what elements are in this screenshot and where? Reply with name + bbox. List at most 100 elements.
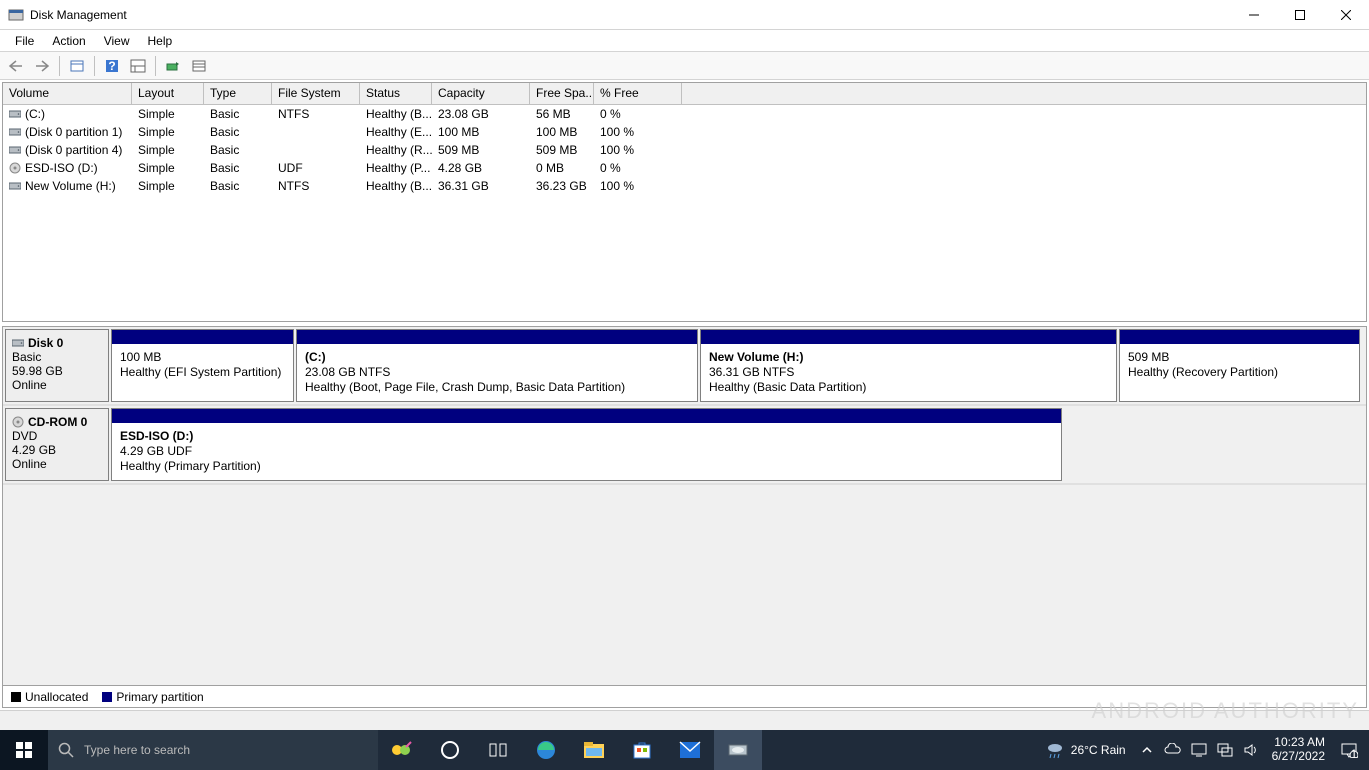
- volume-free: 100 MB: [530, 124, 594, 140]
- volume-pctfree: 100 %: [594, 142, 682, 158]
- volume-capacity: 4.28 GB: [432, 160, 530, 176]
- col-filesystem[interactable]: File System: [272, 83, 360, 104]
- partition-status: Healthy (Recovery Partition): [1128, 365, 1351, 380]
- menu-view[interactable]: View: [95, 32, 139, 50]
- clock-time: 10:23 AM: [1272, 736, 1325, 750]
- volume-name: (C:): [25, 107, 45, 121]
- clock[interactable]: 10:23 AM 6/27/2022: [1264, 736, 1333, 764]
- col-capacity[interactable]: Capacity: [432, 83, 530, 104]
- partition[interactable]: New Volume (H:)36.31 GB NTFSHealthy (Bas…: [700, 329, 1117, 402]
- statusbar: [0, 710, 1369, 730]
- col-type[interactable]: Type: [204, 83, 272, 104]
- taskview-icon[interactable]: [426, 730, 474, 770]
- layout-button[interactable]: [126, 55, 150, 77]
- partition-status: Healthy (Primary Partition): [120, 459, 1053, 474]
- partition[interactable]: ESD-ISO (D:)4.29 GB UDFHealthy (Primary …: [111, 408, 1062, 481]
- partition-size: 100 MB: [120, 350, 285, 365]
- volume-pctfree: 0 %: [594, 106, 682, 122]
- volume-row[interactable]: (C:)SimpleBasicNTFSHealthy (B...23.08 GB…: [3, 105, 1366, 123]
- onedrive-icon[interactable]: [1160, 730, 1186, 770]
- disk-type: DVD: [12, 429, 102, 443]
- weather-widget[interactable]: 26°C Rain: [1037, 740, 1134, 760]
- volume-type: Basic: [204, 106, 272, 122]
- network-icon[interactable]: [1212, 730, 1238, 770]
- diskmgmt-icon[interactable]: [714, 730, 762, 770]
- partition-color-bar: [1120, 330, 1359, 344]
- partition[interactable]: 100 MBHealthy (EFI System Partition): [111, 329, 294, 402]
- disk-header[interactable]: Disk 0Basic59.98 GBOnline: [5, 329, 109, 402]
- volume-name: ESD-ISO (D:): [25, 161, 98, 175]
- partition-status: Healthy (EFI System Partition): [120, 365, 285, 380]
- volume-icon[interactable]: [1238, 730, 1264, 770]
- col-freespace[interactable]: Free Spa...: [530, 83, 594, 104]
- edge-icon[interactable]: [522, 730, 570, 770]
- toolbar: ?: [0, 52, 1369, 80]
- menu-help[interactable]: Help: [139, 32, 182, 50]
- search-box[interactable]: Type here to search: [48, 730, 378, 770]
- start-button[interactable]: [0, 730, 48, 770]
- maximize-button[interactable]: [1277, 0, 1323, 30]
- toolbar-separator: [155, 56, 156, 76]
- toolbar-separator: [59, 56, 60, 76]
- volume-layout: Simple: [132, 178, 204, 194]
- close-button[interactable]: [1323, 0, 1369, 30]
- notifications-icon[interactable]: 1: [1333, 730, 1365, 770]
- refresh-button[interactable]: [161, 55, 185, 77]
- volume-layout: Simple: [132, 124, 204, 140]
- col-layout[interactable]: Layout: [132, 83, 204, 104]
- settings-button[interactable]: [187, 55, 211, 77]
- mail-icon[interactable]: [666, 730, 714, 770]
- taskbar: Type here to search 26°C Rain 10:23 AM 6…: [0, 730, 1369, 770]
- legend: Unallocated Primary partition: [3, 685, 1366, 707]
- partition-color-bar: [701, 330, 1116, 344]
- col-pctfree[interactable]: % Free: [594, 83, 682, 104]
- partition-color-bar: [112, 330, 293, 344]
- col-status[interactable]: Status: [360, 83, 432, 104]
- volume-type: Basic: [204, 160, 272, 176]
- partition[interactable]: 509 MBHealthy (Recovery Partition): [1119, 329, 1360, 402]
- clock-date: 6/27/2022: [1272, 750, 1325, 764]
- disk-header[interactable]: CD-ROM 0DVD4.29 GBOnline: [5, 408, 109, 481]
- menu-action[interactable]: Action: [43, 32, 94, 50]
- search-icon: [58, 742, 74, 758]
- volume-name: (Disk 0 partition 4): [25, 143, 122, 157]
- forward-button[interactable]: [30, 55, 54, 77]
- partition-container: 100 MBHealthy (EFI System Partition) (C:…: [111, 329, 1364, 402]
- volume-row[interactable]: ESD-ISO (D:)SimpleBasicUDFHealthy (P...4…: [3, 159, 1366, 177]
- back-button[interactable]: [4, 55, 28, 77]
- volume-row[interactable]: (Disk 0 partition 1)SimpleBasicHealthy (…: [3, 123, 1366, 141]
- store-icon[interactable]: [618, 730, 666, 770]
- app-icon: [8, 7, 24, 23]
- properties-button[interactable]: [65, 55, 89, 77]
- minimize-button[interactable]: [1231, 0, 1277, 30]
- volume-row[interactable]: (Disk 0 partition 4)SimpleBasicHealthy (…: [3, 141, 1366, 159]
- volume-capacity: 509 MB: [432, 142, 530, 158]
- widgets-icon[interactable]: [378, 730, 426, 770]
- volume-list-header: Volume Layout Type File System Status Ca…: [3, 83, 1366, 105]
- screen-icon[interactable]: [1186, 730, 1212, 770]
- drive-icon: [9, 145, 21, 155]
- partition[interactable]: (C:)23.08 GB NTFSHealthy (Boot, Page Fil…: [296, 329, 698, 402]
- volume-row[interactable]: New Volume (H:)SimpleBasicNTFSHealthy (B…: [3, 177, 1366, 195]
- cdrom-icon: [12, 417, 24, 427]
- volume-list-body[interactable]: (C:)SimpleBasicNTFSHealthy (B...23.08 GB…: [3, 105, 1366, 321]
- disk-size: 59.98 GB: [12, 364, 102, 378]
- volume-capacity: 100 MB: [432, 124, 530, 140]
- col-volume[interactable]: Volume: [3, 83, 132, 104]
- help-button[interactable]: ?: [100, 55, 124, 77]
- volume-status: Healthy (B...: [360, 106, 432, 122]
- chevron-up-icon[interactable]: [1134, 730, 1160, 770]
- menu-file[interactable]: File: [6, 32, 43, 50]
- volume-status: Healthy (P...: [360, 160, 432, 176]
- drive-icon: [12, 338, 24, 348]
- volume-capacity: 36.31 GB: [432, 178, 530, 194]
- weather-icon: [1045, 740, 1065, 760]
- explorer-icon[interactable]: [570, 730, 618, 770]
- partition-color-bar: [112, 409, 1061, 423]
- drive-icon: [9, 109, 21, 119]
- drive-icon: [9, 181, 21, 191]
- svg-text:1: 1: [1351, 747, 1358, 758]
- partition-color-bar: [297, 330, 697, 344]
- cortana-icon[interactable]: [474, 730, 522, 770]
- volume-status: Healthy (E...: [360, 124, 432, 140]
